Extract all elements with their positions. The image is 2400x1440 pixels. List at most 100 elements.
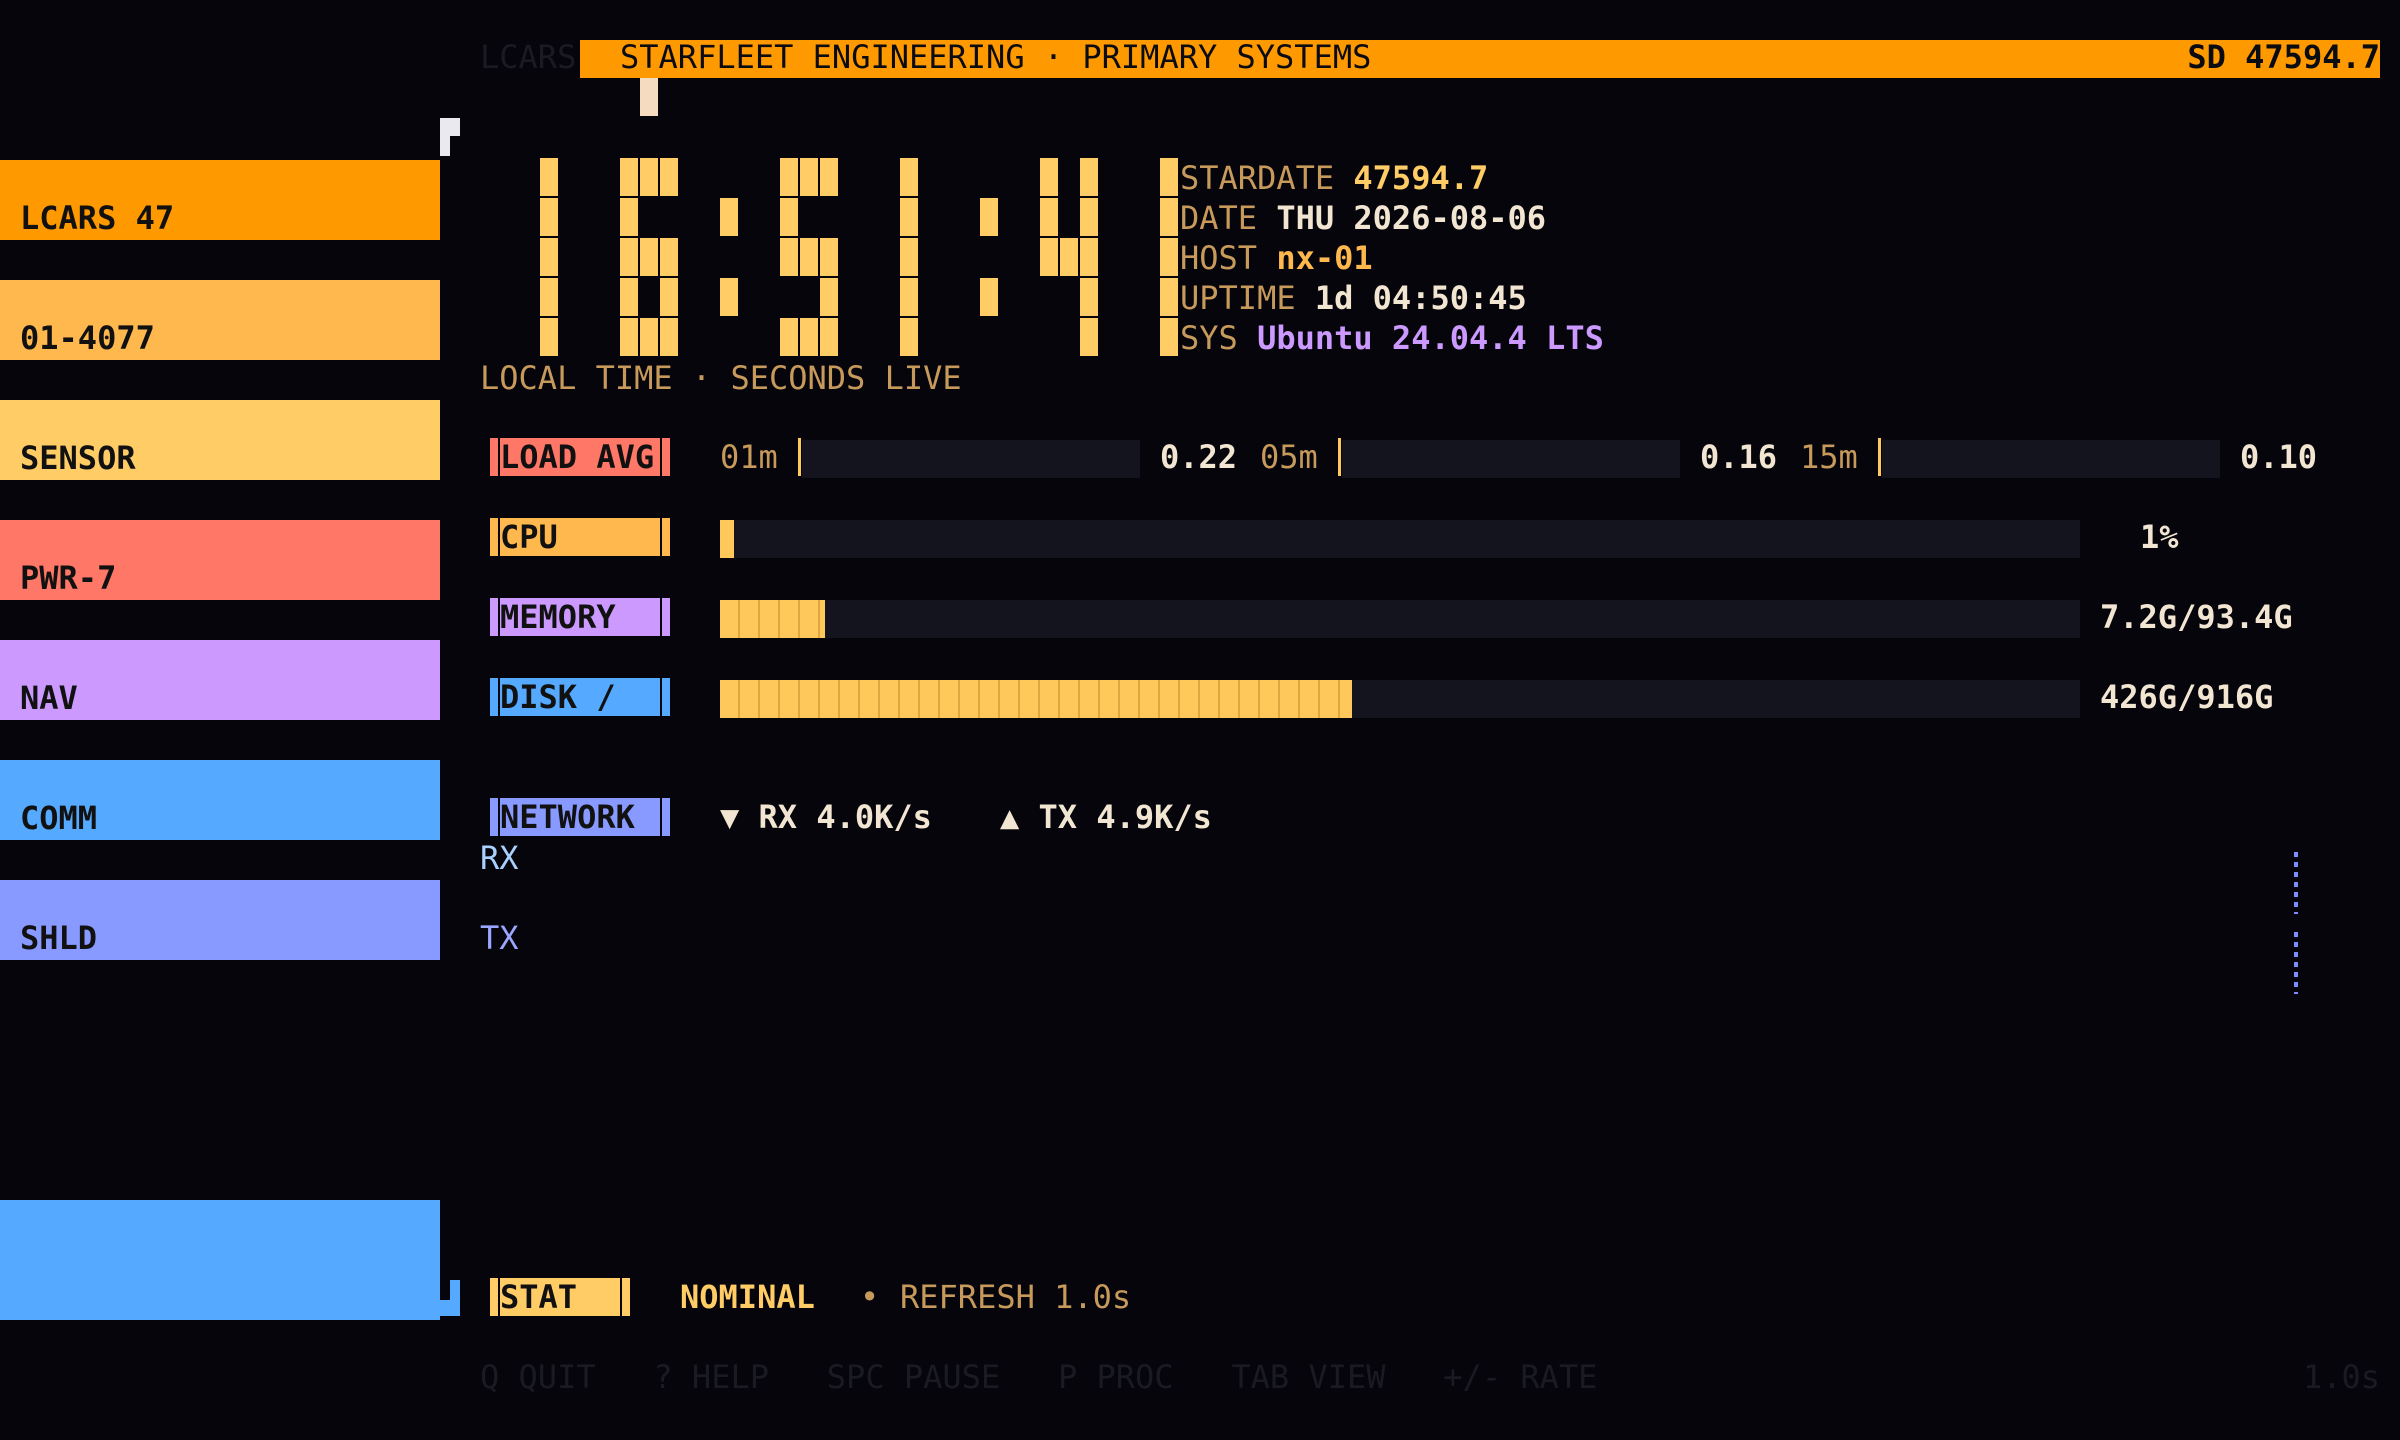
- memory-value: 7.2G/93.4G: [2100, 598, 2293, 636]
- clock-digit-segment: [540, 278, 558, 316]
- clock-digit-segment: [540, 318, 558, 356]
- sidebar-item-comm[interactable]: COMM: [0, 760, 440, 840]
- clock-digit-segment: [820, 238, 838, 276]
- sidebar-item-power[interactable]: PWR-7: [0, 520, 440, 600]
- clock-digit-segment: [800, 318, 818, 356]
- clock-colon-segment: [720, 198, 738, 236]
- load-05m-value: 0.16: [1700, 438, 1778, 476]
- network-rx-sparkline: [2294, 852, 2298, 914]
- info-sys-value: Ubuntu 24.04.4 LTS: [1257, 319, 1604, 357]
- clock-digit-segment: [900, 238, 918, 276]
- info-stardate: STARDATE 47594.7: [1180, 162, 1488, 194]
- clock-digit-segment: [820, 158, 838, 196]
- clock-digit-segment: [900, 278, 918, 316]
- clock-digit-segment: [640, 318, 658, 356]
- footer-keys: Q QUIT ? HELP SPC PAUSE P PROC TAB VIEW …: [480, 1358, 1598, 1396]
- network-tx-sparkline: [2294, 932, 2298, 994]
- sidebar-item-lcars[interactable]: LCARS 47: [0, 160, 440, 240]
- load-05m-tick: [1338, 438, 1341, 476]
- clock-digit-segment: [780, 198, 798, 236]
- memory-label-text: MEMORY: [500, 598, 616, 636]
- header-left-label: LCARS: [480, 38, 577, 76]
- sidebar-item-label: SENSOR: [20, 439, 136, 477]
- clock-colon-segment: [980, 198, 998, 236]
- clock-digit-segment: [1080, 238, 1098, 276]
- network-label-text: NETWORK: [500, 798, 635, 836]
- cpu-label-text: CPU: [500, 518, 558, 556]
- disk-bar: [720, 680, 2080, 718]
- network-rx-rate: ▼ RX 4.0K/s: [720, 798, 932, 836]
- clock-digit-segment: [1080, 318, 1098, 356]
- sidebar-footer-elbow-cut: [440, 1280, 450, 1300]
- clock-caption: LOCAL TIME · SECONDS LIVE: [480, 359, 962, 397]
- clock-digit-segment: [800, 158, 818, 196]
- status-value: NOMINAL: [680, 1278, 815, 1316]
- info-sys-key: SYS: [1180, 319, 1238, 357]
- disk-label: DISK /: [490, 678, 670, 716]
- status-label: STAT: [490, 1278, 630, 1316]
- clock-digit-segment: [1040, 238, 1058, 276]
- sidebar-item-label: LCARS 47: [20, 199, 175, 237]
- header-stardate-badge: SD 47594.7: [2187, 38, 2380, 76]
- info-date-key: DATE: [1180, 199, 1258, 237]
- clock-digit-segment: [660, 278, 678, 316]
- sidebar-item-nav[interactable]: NAV: [0, 640, 440, 720]
- cpu-value: 1%: [2140, 518, 2179, 556]
- clock-digit-segment: [1060, 238, 1078, 276]
- clock-digit-segment: [780, 238, 798, 276]
- clock-digit-segment: [1040, 198, 1058, 236]
- sidebar-item-label: COMM: [20, 799, 98, 837]
- clock-digit-segment: [780, 158, 798, 196]
- info-host: HOST nx-01: [1180, 242, 1373, 274]
- clock-digit-segment: [1080, 158, 1098, 196]
- sidebar-item-label: SHLD: [20, 919, 98, 957]
- status-bullet: •: [860, 1278, 880, 1316]
- clock-digit-segment: [900, 158, 918, 196]
- load-15m-tick: [1878, 438, 1881, 476]
- sidebar-item-label: NAV: [20, 679, 78, 717]
- load-15m-value: 0.10: [2240, 438, 2318, 476]
- sidebar-item-sensor[interactable]: SENSOR: [0, 400, 440, 480]
- info-uptime-value: 1d 04:50:45: [1314, 279, 1527, 317]
- header-title: STARFLEET ENGINEERING · PRIMARY SYSTEMS: [620, 38, 1372, 76]
- clock-colon-segment: [720, 278, 738, 316]
- load-05m-track: [1342, 440, 1680, 478]
- memory-bar-fill: [720, 600, 825, 638]
- cpu-bar: [720, 520, 2080, 558]
- disk-value: 426G/916G: [2100, 678, 2274, 716]
- clock-digit-segment: [1160, 158, 1178, 196]
- header-cursor: [640, 78, 658, 116]
- status-refresh: REFRESH 1.0s: [900, 1278, 1132, 1316]
- clock-digit-segment: [660, 238, 678, 276]
- info-uptime-key: UPTIME: [1180, 279, 1296, 317]
- clock-digit-segment: [820, 278, 838, 316]
- clock-digit-segment: [640, 238, 658, 276]
- clock-digit-segment: [620, 238, 638, 276]
- clock-digit-segment: [620, 158, 638, 196]
- clock-digit-segment: [1160, 318, 1178, 356]
- footer-right: 1.0s: [2302, 1358, 2380, 1396]
- network-rx-label: RX: [480, 839, 519, 877]
- clock-digit-segment: [1160, 198, 1178, 236]
- disk-label-text: DISK /: [500, 678, 616, 716]
- clock-digit-segment: [1160, 238, 1178, 276]
- load-05m-key: 05m: [1260, 438, 1318, 476]
- sidebar-item-label: PWR-7: [20, 559, 117, 597]
- status-label-text: STAT: [500, 1278, 578, 1316]
- clock-digit-segment: [660, 318, 678, 356]
- clock-digit-segment: [1040, 158, 1058, 196]
- load-01m-track: [802, 440, 1140, 478]
- info-stardate-key: STARDATE: [1180, 159, 1335, 197]
- info-host-key: HOST: [1180, 239, 1258, 277]
- clock-digit-segment: [1080, 198, 1098, 236]
- clock-digit-segment: [620, 198, 638, 236]
- sidebar-item-shld[interactable]: SHLD: [0, 880, 440, 960]
- info-uptime: UPTIME 1d 04:50:45: [1180, 282, 1527, 314]
- sidebar-item-registry[interactable]: 01-4077: [0, 280, 440, 360]
- memory-label: MEMORY: [490, 598, 670, 636]
- clock-digit-segment: [640, 158, 658, 196]
- clock-digit-segment: [620, 278, 638, 316]
- load-avg-label: LOAD AVG: [490, 438, 670, 476]
- clock-digit-segment: [820, 318, 838, 356]
- load-01m-key: 01m: [720, 438, 778, 476]
